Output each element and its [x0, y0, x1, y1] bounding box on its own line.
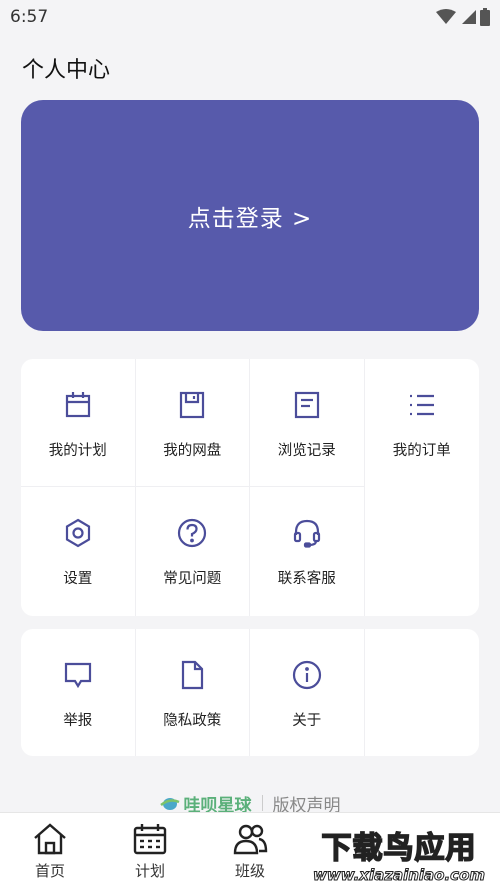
- watermark-url: www.xiazainiao.com: [312, 866, 486, 885]
- menu-item-my-cloud-drive[interactable]: 我的网盘: [135, 359, 250, 487]
- tab-class[interactable]: 班级: [200, 813, 300, 891]
- menu-item-about[interactable]: 关于: [250, 629, 365, 756]
- menu-item-label: 我的订单: [392, 443, 451, 459]
- primary-menu-panel: 我的计划 我的网盘 浏览记录 我的订单 设置 常见问题 联系客服: [21, 359, 479, 616]
- group-icon: [233, 824, 268, 855]
- home-icon: [34, 823, 66, 855]
- brand-divider: [261, 795, 263, 811]
- status-time: 6:57: [10, 7, 49, 27]
- floppy-disk-icon: [180, 391, 205, 419]
- tab-label: 首页: [34, 862, 65, 880]
- wifi-icon: [436, 9, 456, 24]
- menu-item-report[interactable]: 举报: [21, 629, 136, 756]
- tab-home[interactable]: 首页: [0, 813, 100, 891]
- headset-icon: [293, 519, 320, 548]
- list-icon: [409, 394, 434, 416]
- status-icons: [436, 8, 490, 26]
- page-title: 个人中心: [22, 58, 111, 83]
- primary-menu-row-1: 我的计划 我的网盘 浏览记录 我的订单: [21, 359, 479, 487]
- menu-item-browse-history[interactable]: 浏览记录: [250, 359, 365, 487]
- planet-logo-icon: [159, 798, 180, 810]
- document-icon: [294, 391, 319, 419]
- menu-item-customer-service[interactable]: 联系客服: [250, 487, 365, 616]
- question-circle-icon: [178, 518, 207, 548]
- tab-label: 计划: [134, 862, 165, 880]
- signal-icon: [462, 10, 476, 24]
- menu-item-label: 我的计划: [48, 443, 107, 459]
- secondary-menu-row: 举报 隐私政策 关于: [21, 629, 479, 756]
- watermark-overlay: 下载鸟应用 www.xiazainiao.com: [298, 826, 500, 890]
- login-label: 点击登录 >: [187, 205, 313, 232]
- menu-empty-slot: [365, 629, 480, 756]
- menu-item-label: 关于: [292, 713, 322, 729]
- battery-icon: [480, 8, 490, 26]
- login-button[interactable]: 点击登录 >: [21, 100, 479, 331]
- menu-item-label: 常见问题: [163, 571, 222, 587]
- primary-menu-row-2: 设置 常见问题 联系客服: [21, 487, 479, 616]
- menu-item-label: 浏览记录: [277, 443, 336, 459]
- hexagon-settings-icon: [65, 518, 90, 548]
- menu-item-my-orders[interactable]: 我的订单: [365, 359, 480, 487]
- menu-item-label: 联系客服: [277, 571, 336, 587]
- menu-item-settings[interactable]: 设置: [21, 487, 136, 616]
- speech-bubble-icon: [64, 662, 91, 689]
- menu-empty-slot: [365, 487, 480, 616]
- menu-item-label: 设置: [63, 571, 93, 587]
- info-circle-icon: [292, 660, 321, 690]
- calendar-tab-icon: [133, 824, 167, 855]
- menu-item-label: 隐私政策: [163, 713, 222, 729]
- menu-item-privacy-policy[interactable]: 隐私政策: [136, 629, 250, 756]
- watermark-title: 下载鸟应用: [321, 831, 477, 867]
- calendar-icon: [65, 392, 90, 418]
- menu-item-label: 举报: [63, 713, 93, 729]
- tab-label: 班级: [234, 862, 265, 880]
- menu-item-faq[interactable]: 常见问题: [136, 487, 250, 616]
- file-icon: [182, 660, 204, 690]
- menu-item-label: 我的网盘: [163, 443, 222, 459]
- status-bar: 6:57: [0, 0, 500, 34]
- secondary-menu-panel: 举报 隐私政策 关于: [21, 629, 479, 756]
- tab-plan[interactable]: 计划: [100, 813, 200, 891]
- menu-item-my-plan[interactable]: 我的计划: [21, 359, 136, 487]
